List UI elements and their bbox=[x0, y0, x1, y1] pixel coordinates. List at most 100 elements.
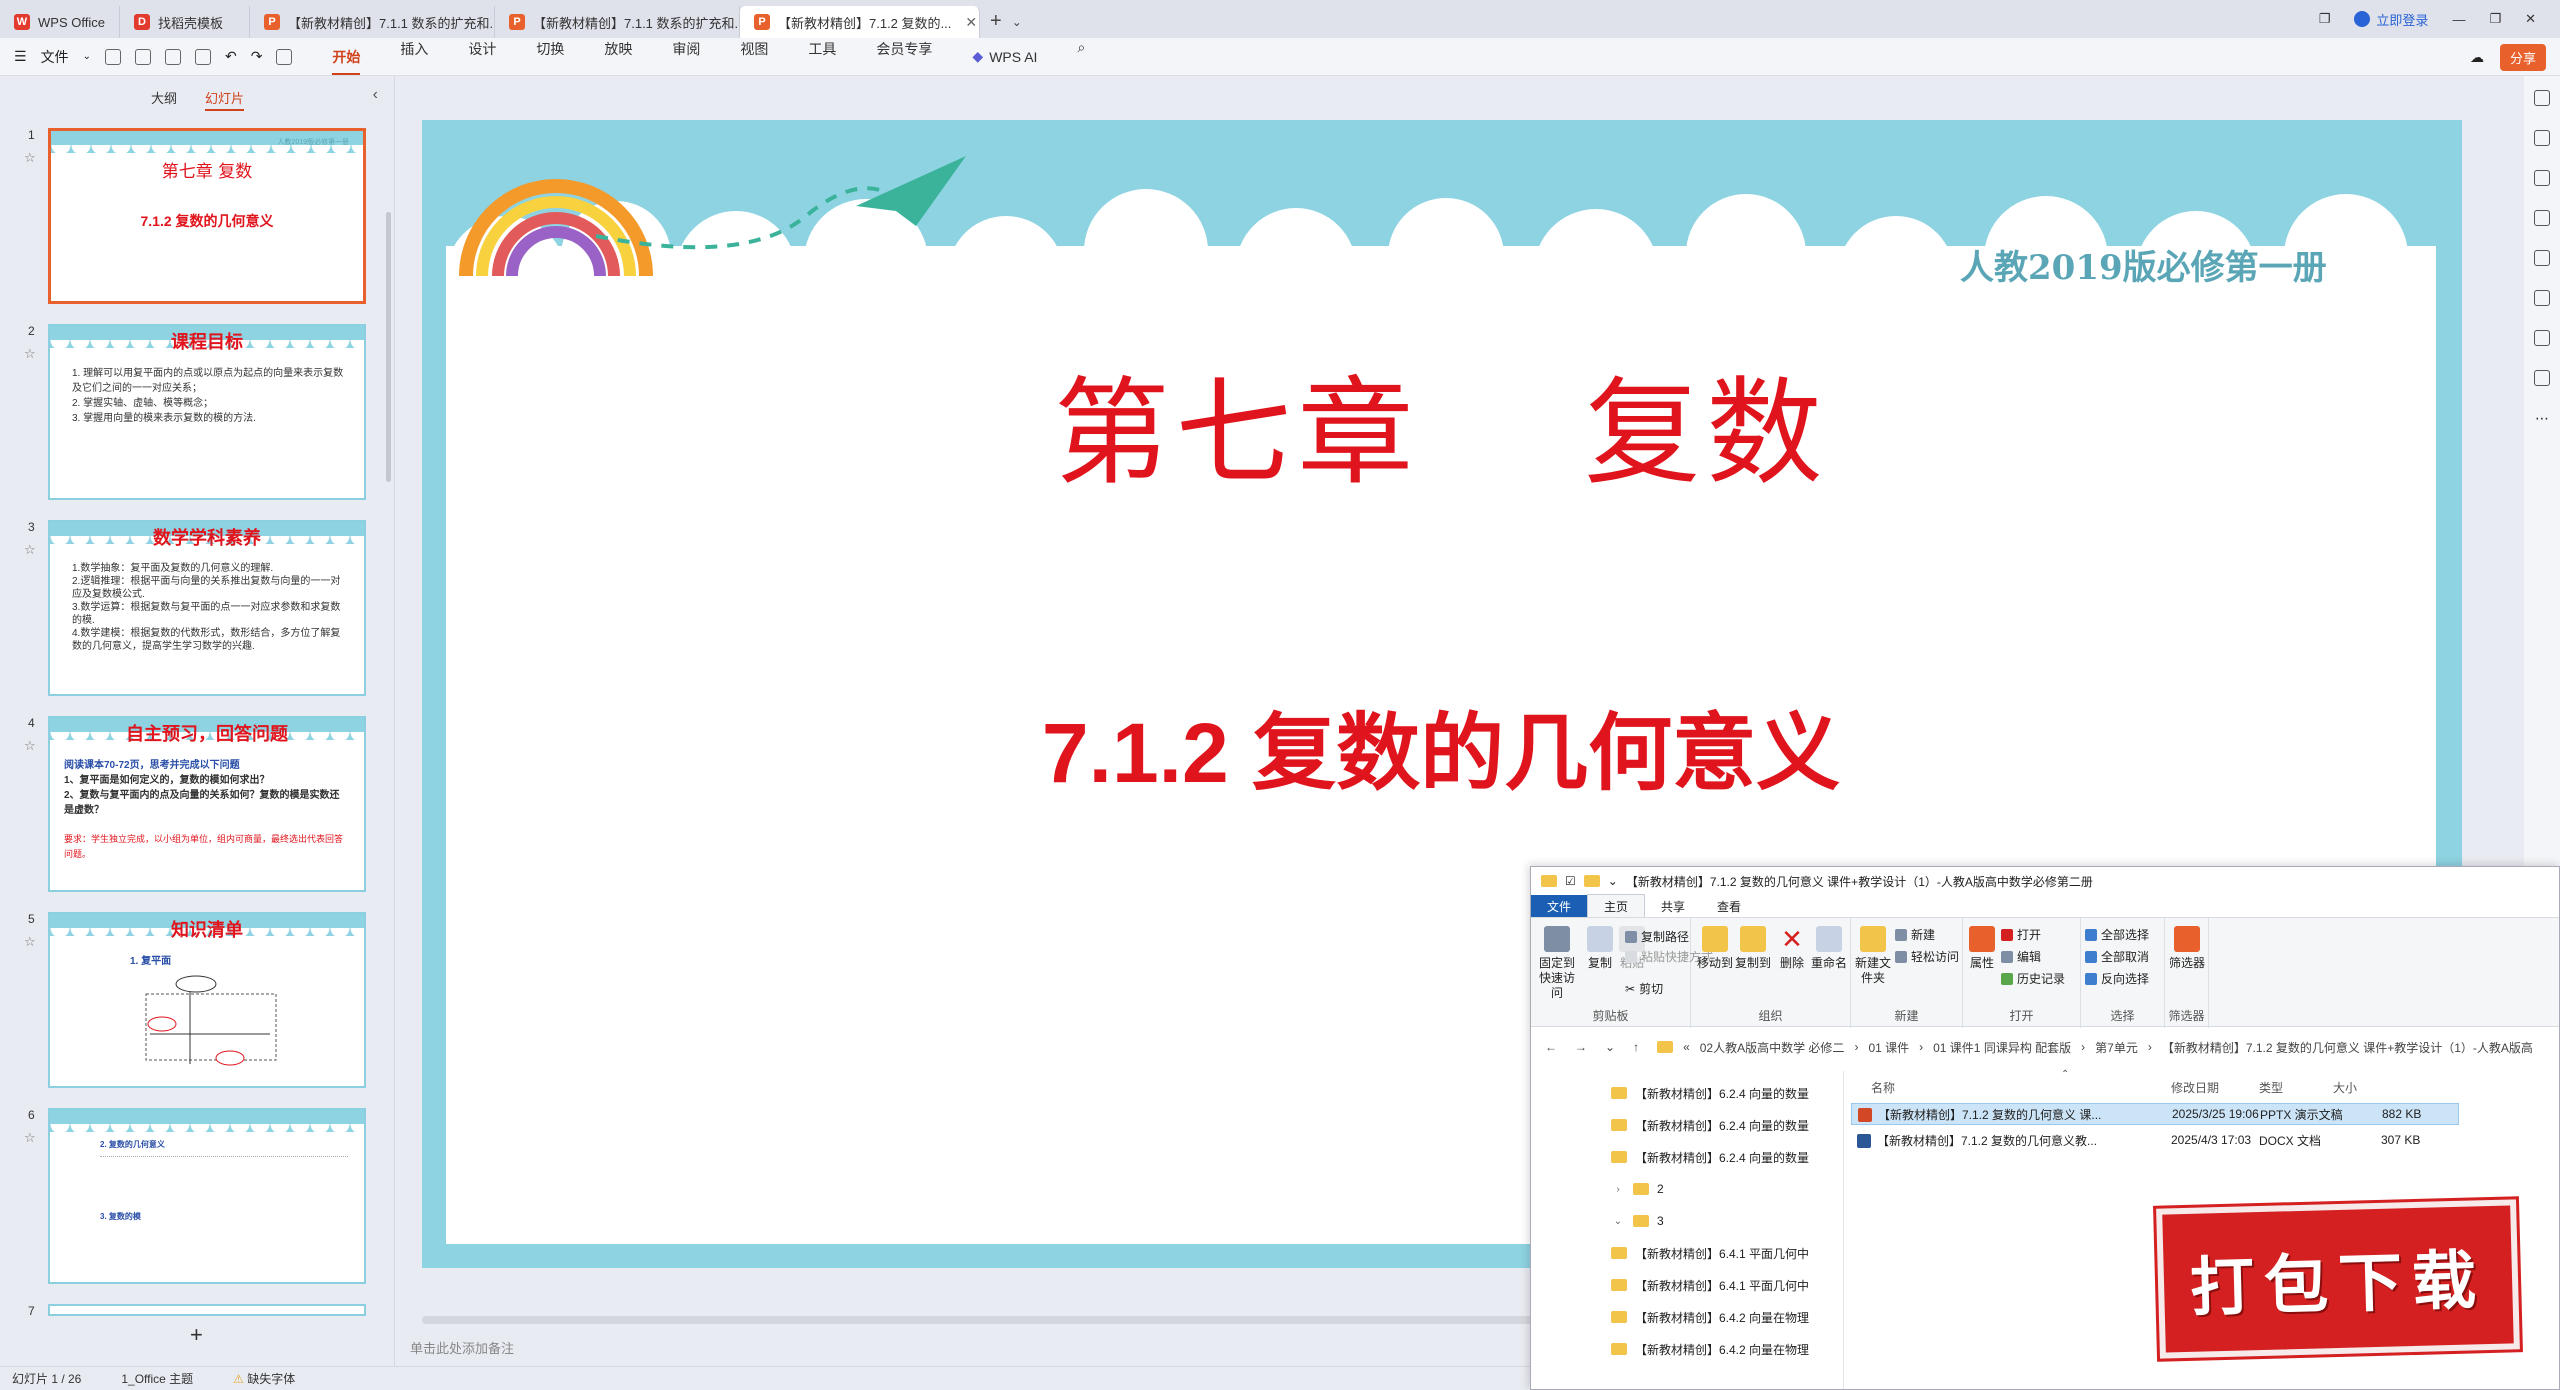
theme-name[interactable]: 1_Office 主题 bbox=[121, 1370, 193, 1387]
breadcrumb-part[interactable]: 02人教A版高中数学 必修二 bbox=[1700, 1039, 1845, 1056]
tab-doc-active[interactable]: P 【新教材精创】7.1.2 复数的... ✕ bbox=[740, 6, 980, 38]
menu-view[interactable]: 视图 bbox=[740, 39, 768, 75]
menu-design[interactable]: 设计 bbox=[468, 39, 496, 75]
column-header-date[interactable]: 修改日期 bbox=[2171, 1079, 2219, 1096]
slide-lesson-title[interactable]: 7.1.2 复数的几何意义 bbox=[446, 686, 2436, 807]
preview-icon[interactable] bbox=[194, 48, 211, 65]
filter-button[interactable]: 筛选器 bbox=[2169, 926, 2205, 971]
tab-wps-office[interactable]: W WPS Office bbox=[0, 6, 120, 38]
slide-thumbnail[interactable]: 人教2019版必修第一册 第七章 复数 7.1.2 复数的几何意义 bbox=[48, 128, 366, 304]
window-mode-icon[interactable]: ❐ bbox=[2319, 11, 2331, 27]
slide-thumbnail[interactable]: 课程目标 1. 理解可以用复平面内的点或以原点为起点的向量来表示复数及它们之间的… bbox=[48, 324, 366, 500]
menu-home[interactable]: 开始 bbox=[332, 47, 361, 75]
redo-icon[interactable]: ↷ bbox=[251, 48, 263, 65]
column-header-size[interactable]: 大小 bbox=[2333, 1079, 2357, 1096]
slide-chapter-title[interactable]: 第七章 复数 bbox=[446, 339, 2436, 507]
new-folder-button[interactable]: 新建文件夹 bbox=[1855, 926, 1891, 986]
dropdown-icon[interactable]: ⌄ bbox=[1608, 874, 1618, 888]
explorer-tab-file[interactable]: 文件 bbox=[1531, 894, 1588, 918]
format-icon[interactable] bbox=[276, 48, 293, 65]
undo-icon[interactable]: ↶ bbox=[225, 48, 237, 65]
thumb-scrollbar[interactable] bbox=[386, 212, 391, 482]
nav-item-folder-2[interactable]: › 2 bbox=[1611, 1179, 1663, 1199]
explorer-tab-share[interactable]: 共享 bbox=[1645, 895, 1701, 918]
collapse-arrow-icon[interactable]: ⌄ bbox=[1611, 1216, 1625, 1227]
collapse-icon[interactable] bbox=[2534, 90, 2550, 106]
close-tab-icon[interactable]: ✕ bbox=[965, 14, 977, 31]
tab-doc-2[interactable]: P 【新教材精创】7.1.1 数系的扩充和... bbox=[495, 6, 740, 38]
star-icon[interactable] bbox=[2534, 170, 2550, 186]
rename-button[interactable]: 重命名 bbox=[1809, 926, 1849, 971]
export-icon[interactable] bbox=[134, 48, 151, 65]
share-button[interactable]: 分享 bbox=[2499, 44, 2546, 71]
star-icon[interactable]: ☆ bbox=[24, 150, 36, 166]
nav-item[interactable]: 【新教材精创】6.2.4 向量的数量 bbox=[1611, 1147, 1809, 1167]
properties-button[interactable]: 属性 bbox=[1967, 926, 1997, 971]
collapse-panel-icon[interactable]: ‹ bbox=[373, 86, 378, 104]
nav-item[interactable]: 【新教材精创】6.4.1 平面几何中 bbox=[1611, 1275, 1809, 1295]
select-all-button[interactable]: 全部选择 bbox=[2085, 926, 2149, 943]
new-tab-icon[interactable]: + bbox=[990, 6, 1002, 38]
pin-button[interactable]: 固定到快速访问 bbox=[1535, 926, 1579, 1001]
download-package-badge[interactable]: 打包下载 bbox=[2156, 1199, 2520, 1359]
breadcrumb-part[interactable]: 01 课件1 同课异构 配套版 bbox=[1933, 1039, 2071, 1056]
explorer-tab-view[interactable]: 查看 bbox=[1701, 895, 1757, 918]
breadcrumb-part[interactable]: 【新教材精创】7.1.2 复数的几何意义 课件+教学设计（1）-人教A版高 bbox=[2162, 1039, 2533, 1056]
column-header-name[interactable]: 名称 bbox=[1871, 1079, 1895, 1096]
breadcrumb-part[interactable]: « bbox=[1683, 1040, 1690, 1054]
history-button[interactable]: 历史记录 bbox=[2001, 970, 2065, 987]
menu-insert[interactable]: 插入 bbox=[400, 39, 428, 75]
font-warning[interactable]: ⚠ 缺失字体 bbox=[233, 1370, 295, 1387]
search-icon[interactable]: ⌕ bbox=[1077, 39, 1085, 75]
explorer-tab-home[interactable]: 主页 bbox=[1587, 894, 1646, 918]
back-icon[interactable]: ← bbox=[1545, 1040, 1557, 1054]
copy-path-button[interactable]: 复制路径 bbox=[1625, 928, 1689, 945]
star-icon[interactable]: ☆ bbox=[24, 934, 36, 950]
tools-icon[interactable] bbox=[2534, 250, 2550, 266]
minimize-icon[interactable]: — bbox=[2452, 12, 2465, 27]
delete-button[interactable]: ✕ 删除 bbox=[1777, 926, 1807, 971]
forward-icon[interactable]: → bbox=[1575, 1040, 1587, 1054]
settings-icon[interactable] bbox=[2534, 290, 2550, 306]
up-icon[interactable]: ↑ bbox=[1633, 1040, 1639, 1054]
pane-divider[interactable] bbox=[1843, 1071, 1844, 1389]
invert-selection-button[interactable]: 反向选择 bbox=[2085, 970, 2149, 987]
new-folder-icon[interactable] bbox=[1583, 875, 1600, 887]
add-slide-button[interactable]: + bbox=[190, 1322, 203, 1348]
chevron-down-icon[interactable]: ⌄ bbox=[83, 51, 91, 62]
menu-wps-ai[interactable]: ◆ WPS AI bbox=[972, 39, 1037, 75]
file-menu[interactable]: 文件 bbox=[41, 47, 69, 67]
print-icon[interactable] bbox=[164, 48, 181, 65]
tab-outline[interactable]: 大纲 bbox=[151, 88, 177, 111]
edit-button[interactable]: 编辑 bbox=[2001, 948, 2041, 965]
select-none-button[interactable]: 全部取消 bbox=[2085, 948, 2149, 965]
tab-template[interactable]: D 找稻壳模板 bbox=[120, 6, 250, 38]
slide-subtitle[interactable]: 人教2019版必修第一册 bbox=[1960, 240, 2327, 289]
menu-slideshow[interactable]: 放映 bbox=[604, 39, 632, 75]
tab-slides[interactable]: 幻灯片 bbox=[205, 88, 245, 111]
cursor-icon[interactable] bbox=[2534, 130, 2550, 146]
help-icon[interactable] bbox=[2534, 370, 2550, 386]
star-icon[interactable]: ☆ bbox=[24, 542, 36, 558]
slide-thumbnail[interactable]: 自主预习，回答问题 阅读课本70-72页，思考并完成以下问题 1、复平面是如何定… bbox=[48, 716, 366, 892]
slide-thumbnail[interactable]: 2. 复数的几何意义 3. 复数的模 bbox=[48, 1108, 366, 1284]
nav-item[interactable]: 【新教材精创】6.4.2 向量在物理 bbox=[1611, 1307, 1809, 1327]
move-to-button[interactable]: 移动到 bbox=[1697, 926, 1733, 971]
nav-item[interactable]: 【新教材精创】6.2.4 向量的数量 bbox=[1611, 1115, 1809, 1135]
slide-thumbnail[interactable]: 数学学科素养 1.数学抽象：复平面及复数的几何意义的理解. 2.逻辑推理：根据平… bbox=[48, 520, 366, 696]
properties-icon[interactable]: ☑ bbox=[1565, 874, 1576, 888]
transform-icon[interactable] bbox=[2534, 330, 2550, 346]
easy-access-button[interactable]: 轻松访问 bbox=[1895, 948, 1959, 965]
nav-item[interactable]: 【新教材精创】6.4.1 平面几何中 bbox=[1611, 1243, 1809, 1263]
nav-item[interactable]: 【新教材精创】6.4.2 向量在物理 bbox=[1611, 1339, 1809, 1359]
notes-field[interactable]: 单击此处添加备注 bbox=[410, 1338, 514, 1357]
recent-chevron-icon[interactable]: ⌄ bbox=[1605, 1040, 1615, 1054]
restore-icon[interactable]: ❐ bbox=[2489, 11, 2501, 27]
copy-button[interactable]: 复制 bbox=[1585, 926, 1615, 971]
column-header-type[interactable]: 类型 bbox=[2259, 1079, 2283, 1096]
close-window-icon[interactable]: ✕ bbox=[2525, 11, 2536, 27]
menu-member[interactable]: 会员专享 bbox=[876, 39, 932, 75]
copy-icon[interactable] bbox=[2534, 210, 2550, 226]
cloud-sync-icon[interactable]: ☁ bbox=[2470, 49, 2484, 66]
more-icon[interactable]: ⋯ bbox=[2535, 410, 2549, 427]
